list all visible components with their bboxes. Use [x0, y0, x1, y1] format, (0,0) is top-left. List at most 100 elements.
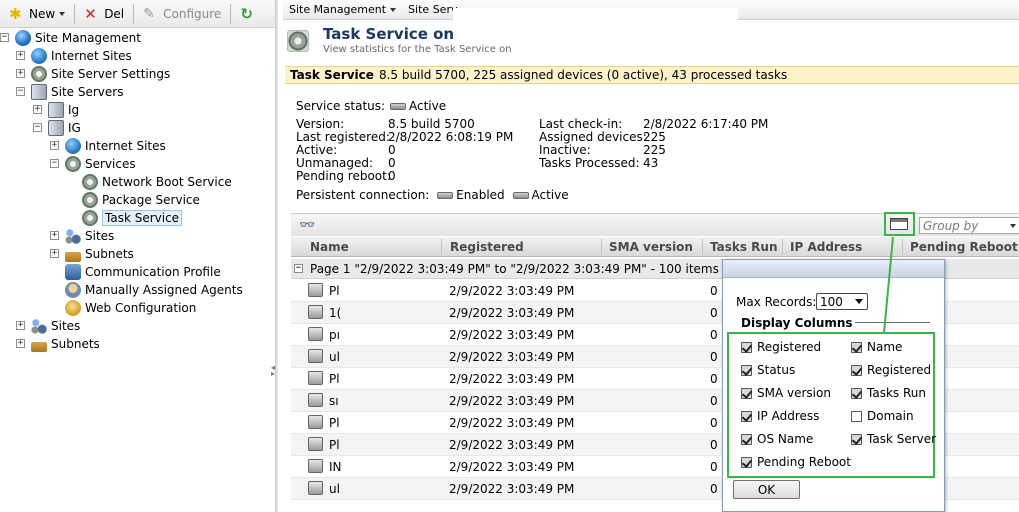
checkbox-task-server[interactable]: Task Server — [851, 432, 936, 446]
checkbox-name[interactable]: Name — [851, 340, 902, 354]
toolbar-divider — [74, 3, 76, 24]
checkbox-label: Status — [757, 363, 796, 377]
web-configuration-icon — [65, 300, 81, 316]
checkbox-ip-address[interactable]: IP Address — [741, 409, 819, 423]
row-registered: 2/9/2022 3:03:49 PM — [449, 328, 575, 342]
delete-button[interactable]: ✕ Del — [79, 3, 129, 25]
column-header-tasks-run[interactable]: Tasks Run — [710, 240, 778, 254]
group-by-select[interactable]: Group by — [919, 217, 1019, 234]
tree-node-site-server-settings[interactable]: + Site Server Settings — [16, 65, 170, 83]
expand-toggle[interactable]: + — [16, 51, 25, 60]
configure-button[interactable]: ✎ Configure — [138, 3, 226, 25]
column-header-ip-address[interactable]: IP Address — [790, 240, 862, 254]
expand-toggle[interactable]: + — [50, 141, 59, 150]
tree-node-services[interactable]: − Services — [50, 155, 136, 173]
tree-node-manually-assigned-agents[interactable]: Manually Assigned Agents — [65, 281, 243, 299]
tree-node-task-service[interactable]: Task Service — [82, 209, 183, 227]
tree-node-server-2[interactable]: − IG — [33, 119, 81, 137]
row-name: Pl — [329, 372, 340, 386]
gear-icon — [65, 156, 81, 172]
tree-label: Subnets — [85, 247, 134, 261]
checkbox-checked-icon[interactable] — [741, 456, 752, 468]
popup-titlebar[interactable] — [723, 260, 944, 278]
column-header-name[interactable]: Name — [310, 240, 349, 254]
expand-toggle[interactable]: + — [50, 231, 59, 240]
checkbox-checked-icon[interactable] — [851, 387, 862, 399]
row-name: sı — [329, 394, 339, 408]
display-columns-label: Display Columns — [739, 316, 855, 330]
max-records-select[interactable]: 100 — [816, 293, 868, 310]
tree-node-site-servers[interactable]: − Site Servers — [16, 83, 123, 101]
collapse-toggle[interactable]: − — [16, 87, 25, 96]
checkbox-domain[interactable]: Domain — [851, 409, 914, 423]
checkbox-checked-icon[interactable] — [741, 364, 752, 376]
column-chooser-highlight — [884, 212, 915, 236]
column-divider[interactable] — [902, 239, 903, 255]
row-tasks-run: 0 — [710, 306, 718, 320]
server-icon — [31, 84, 47, 100]
collapse-toggle[interactable]: − — [50, 159, 59, 168]
tree-node-communication-profile[interactable]: Communication Profile — [65, 263, 221, 281]
checkbox-checked-icon[interactable] — [741, 433, 752, 445]
computer-icon — [308, 283, 323, 297]
active-toggle-icon — [512, 192, 529, 199]
breadcrumb-site-management[interactable]: Site Management — [289, 3, 397, 16]
column-divider[interactable] — [782, 239, 783, 255]
checkbox-unchecked-icon[interactable] — [851, 410, 862, 422]
checkbox-pending-reboot[interactable]: Pending Reboot — [741, 455, 851, 469]
status-text: Active — [409, 99, 447, 113]
checkbox-status[interactable]: Status — [741, 363, 795, 377]
checkbox-tasks-run[interactable]: Tasks Run — [851, 386, 926, 400]
expand-toggle[interactable]: + — [16, 321, 25, 330]
new-button[interactable]: ✱ New — [4, 3, 70, 25]
version-label: Version: — [296, 117, 345, 131]
view-glasses-icon[interactable]: 👓 — [299, 218, 315, 233]
tree-node-web-configuration[interactable]: Web Configuration — [65, 299, 196, 317]
breadcrumb-site-servers[interactable]: Site Serv — [408, 3, 457, 16]
group-by-placeholder: Group by — [923, 218, 979, 233]
tree-node-internet-sites[interactable]: + Internet Sites — [16, 47, 132, 65]
tree-node-sites[interactable]: + Sites — [16, 317, 80, 335]
expand-toggle[interactable]: + — [33, 105, 42, 114]
pane-splitter[interactable] — [276, 0, 278, 512]
expand-toggle[interactable]: + — [16, 69, 25, 78]
checkbox-checked-icon[interactable] — [851, 364, 862, 376]
checkbox-checked-icon[interactable] — [741, 410, 752, 422]
tree-node-network-boot-service[interactable]: Network Boot Service — [82, 173, 232, 191]
expand-toggle[interactable]: + — [16, 339, 25, 348]
collapse-toggle[interactable]: − — [33, 123, 42, 132]
max-records-label: Max Records: — [736, 295, 817, 309]
checkbox-sma-version[interactable]: SMA version — [741, 386, 831, 400]
tree-node-server-sites[interactable]: + Sites — [50, 227, 114, 245]
column-divider[interactable] — [601, 239, 602, 255]
checkbox-registered[interactable]: Registered — [741, 340, 821, 354]
ok-button[interactable]: OK — [733, 480, 800, 499]
group-row-label: Page 1 "2/9/2022 3:03:49 PM" to "2/9/202… — [310, 261, 719, 276]
column-header-registered[interactable]: Registered — [450, 240, 524, 254]
checkbox-checked-icon[interactable] — [851, 433, 862, 445]
tree-node-package-service[interactable]: Package Service — [82, 191, 200, 209]
checkbox-checked-icon[interactable] — [851, 341, 862, 353]
expand-toggle[interactable]: + — [50, 249, 59, 258]
checkbox-checked-icon[interactable] — [741, 341, 752, 353]
column-divider[interactable] — [441, 239, 442, 255]
tree-node-server-1[interactable]: + Ig — [33, 101, 79, 119]
collapse-toggle[interactable]: − — [0, 33, 9, 42]
tree-node-server-internet-sites[interactable]: + Internet Sites — [50, 137, 166, 155]
summary-text: 8.5 build 5700, 225 assigned devices (0 … — [378, 68, 788, 82]
group-collapse-toggle[interactable]: − — [294, 264, 303, 273]
refresh-button[interactable]: ↻ — [235, 3, 265, 25]
computer-icon — [308, 393, 323, 407]
tree-node-server-subnets[interactable]: + Subnets — [50, 245, 134, 263]
checkbox-label: Domain — [867, 409, 914, 423]
tree-node-subnets[interactable]: + Subnets — [16, 335, 100, 353]
column-header-sma-version[interactable]: SMA version — [609, 240, 693, 254]
checkbox-checked-icon[interactable] — [741, 387, 752, 399]
splitter-grip-icon[interactable]: ◂ ▸ — [271, 364, 276, 391]
column-divider[interactable] — [702, 239, 703, 255]
checkbox-os-name[interactable]: OS Name — [741, 432, 813, 446]
tree-node-site-management[interactable]: − Site Management — [0, 29, 141, 47]
checkbox-label: Task Server — [867, 432, 937, 446]
checkbox-registered-2[interactable]: Registered — [851, 363, 931, 377]
column-header-pending-reboot[interactable]: Pending Reboot — [910, 240, 1018, 254]
